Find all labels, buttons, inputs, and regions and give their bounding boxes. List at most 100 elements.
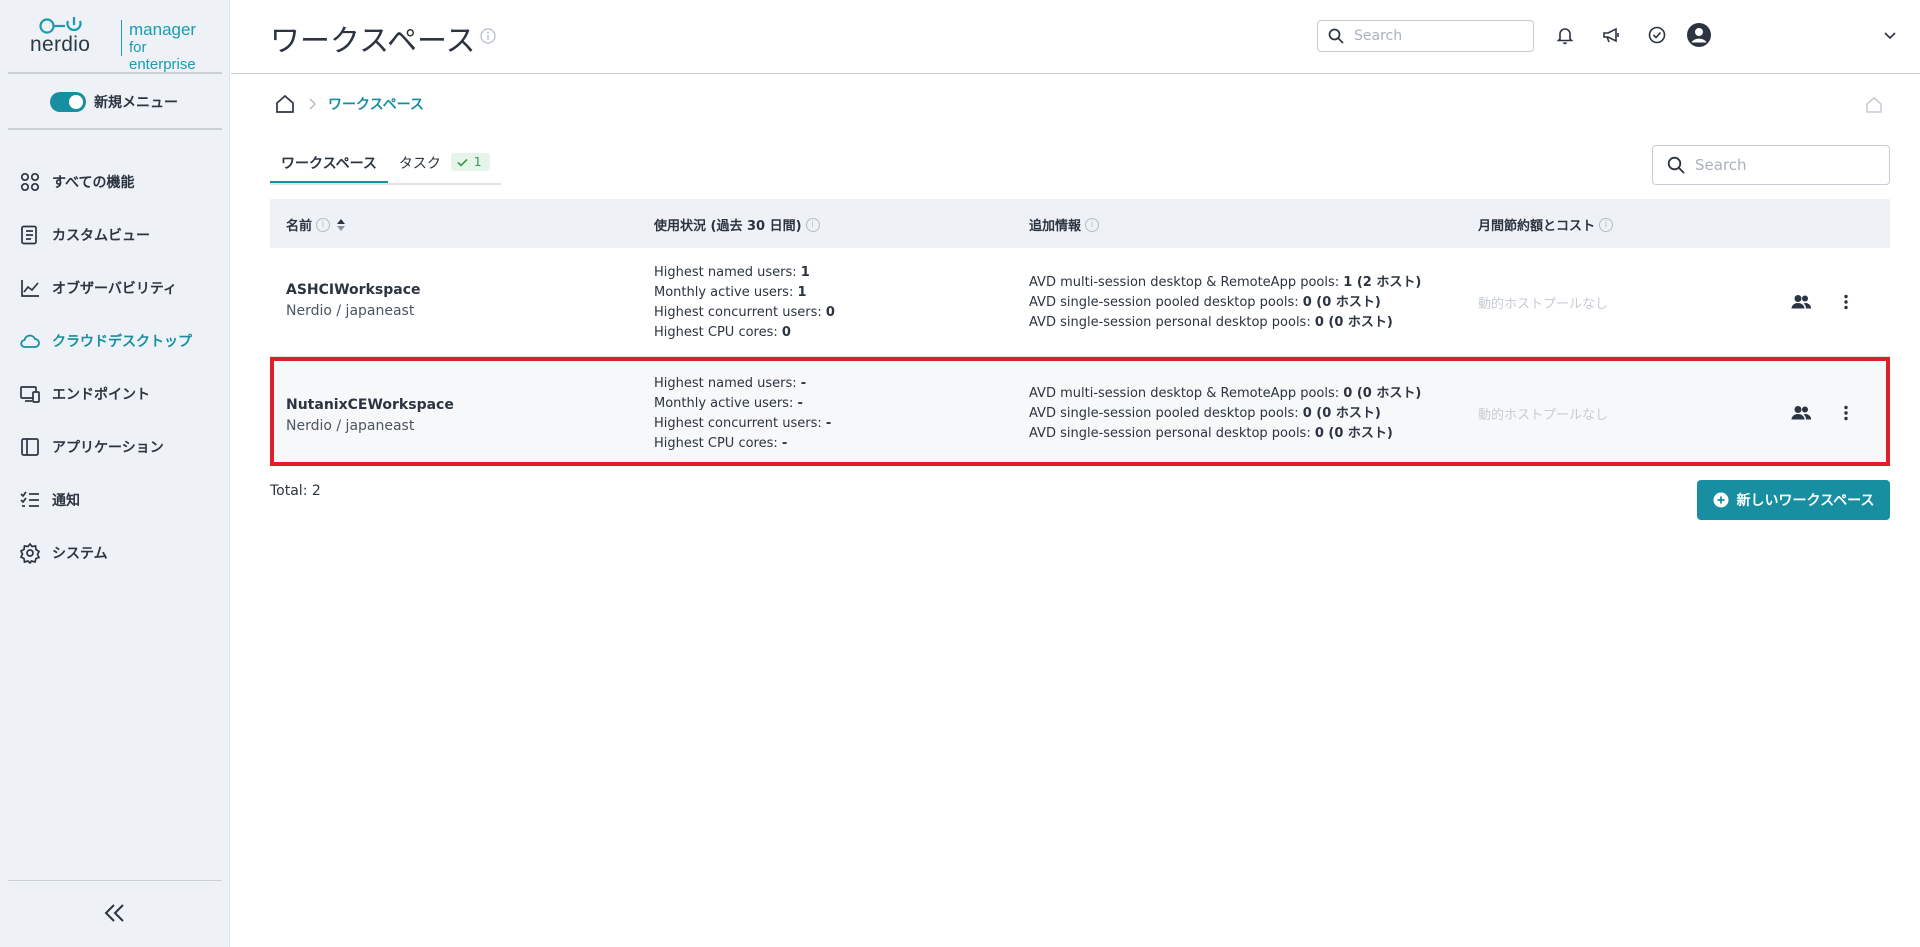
brand-tagline-2: for enterprise [129, 39, 196, 73]
sidebar-item-label: 通知 [52, 492, 80, 509]
users-icon[interactable] [1790, 402, 1812, 424]
usage-line: Monthly active users: 1 [654, 285, 807, 300]
info-icon[interactable]: i [316, 217, 331, 232]
search-icon [1328, 28, 1344, 44]
sidebar-item-observability[interactable]: オブザーバビリティ [0, 261, 230, 314]
more-vertical-icon[interactable] [1835, 402, 1857, 424]
info-line: AVD single-session personal desktop pool… [1029, 315, 1393, 330]
sidebar-item-all-features[interactable]: すべての機能 [0, 155, 230, 208]
logo[interactable]: nerdio manager for enterprise [30, 16, 205, 73]
checklist-icon [20, 490, 39, 507]
new-menu-toggle-row[interactable]: 新規メニュー [50, 92, 178, 112]
workspace-location: Nerdio / japaneast [286, 418, 415, 434]
tab-bar: ワークスペース タスク 1 [270, 153, 501, 185]
sidebar-item-label: クラウドデスクトップ [52, 333, 192, 350]
usage-line: Monthly active users: - [654, 396, 803, 411]
app-window-icon [21, 437, 39, 456]
workspaces-table: 名前 i 使用状況 (過去 30 日間) i 追加情報 i 月間節約額とコスト … [270, 199, 1890, 466]
column-header-label: 追加情報 [1029, 219, 1082, 234]
grid-icon [20, 172, 40, 191]
nerdio-logo-icon [39, 17, 82, 34]
usage-line: Highest concurrent users: - [654, 416, 832, 431]
column-header-label: 月間節約額とコスト [1478, 219, 1596, 234]
usage-line: Highest named users: 1 [654, 265, 810, 280]
new-menu-toggle[interactable] [50, 92, 86, 112]
brand-word: nerdio [30, 33, 91, 56]
sidebar-item-custom-views[interactable]: カスタムビュー [0, 208, 230, 261]
sidebar-item-notifications[interactable]: 通知 [0, 473, 230, 526]
sidebar-divider [8, 72, 222, 74]
devices-icon [20, 385, 40, 403]
sidebar-item-label: すべての機能 [52, 174, 135, 191]
global-search[interactable] [1317, 20, 1534, 52]
tab-tasks[interactable]: タスク 1 [388, 153, 501, 183]
tab-label: タスク [398, 156, 441, 172]
cost-cell: 動的ホストプールなし [1478, 408, 1609, 423]
table-search-input[interactable] [1695, 156, 1845, 174]
info-icon[interactable]: i [805, 217, 820, 232]
breadcrumb-current[interactable]: ワークスペース [328, 94, 424, 114]
chevron-right-icon [309, 98, 317, 110]
workspace-name-cell: NutanixCEWorkspace Nerdio / japaneast [286, 397, 454, 434]
home-icon[interactable] [274, 93, 296, 115]
top-bar: ワークスペース [231, 0, 1920, 74]
column-header-cost: 月間節約額とコスト i [1478, 215, 1614, 234]
cost-cell: 動的ホストプールなし [1478, 297, 1609, 312]
gear-icon [19, 542, 41, 564]
sidebar-item-applications[interactable]: アプリケーション [0, 420, 230, 473]
sidebar: nerdio manager for enterprise 新規メニュー すべて… [0, 0, 230, 947]
table-header: 名前 i 使用状況 (過去 30 日間) i 追加情報 i 月間節約額とコスト … [270, 199, 1890, 248]
workspace-name-cell: ASHCIWorkspace Nerdio / japaneast [286, 282, 421, 319]
table-search[interactable] [1652, 145, 1890, 185]
chevron-down-icon[interactable] [1882, 27, 1898, 43]
bell-icon[interactable] [1554, 24, 1576, 46]
info-line: AVD multi-session desktop & RemoteApp po… [1029, 275, 1422, 290]
info-icon[interactable]: i [1599, 217, 1614, 232]
more-vertical-icon[interactable] [1835, 291, 1857, 313]
column-header-info: 追加情報 i [1029, 215, 1100, 234]
info-line: AVD multi-session desktop & RemoteApp po… [1029, 386, 1422, 401]
sidebar-divider [8, 128, 222, 130]
sidebar-item-cloud-desktop[interactable]: クラウドデスクトップ [0, 314, 230, 367]
info-line: AVD single-session pooled desktop pools:… [1029, 406, 1381, 421]
sidebar-item-label: オブザーバビリティ [52, 280, 178, 297]
column-header-label: 使用状況 (過去 30 日間) [654, 219, 802, 234]
collapse-sidebar-icon[interactable] [102, 902, 128, 924]
workspace-name[interactable]: NutanixCEWorkspace [286, 397, 454, 413]
tab-workspaces[interactable]: ワークスペース [270, 153, 388, 183]
check-circle-icon[interactable] [1646, 24, 1668, 46]
tab-label: ワークスペース [281, 156, 377, 172]
table-row[interactable]: ASHCIWorkspace Nerdio / japaneast Highes… [270, 248, 1890, 357]
sidebar-item-endpoints[interactable]: エンドポイント [0, 367, 230, 420]
column-header-name[interactable]: 名前 i [286, 215, 346, 234]
global-search-input[interactable] [1354, 28, 1504, 44]
total-count: Total: 2 [270, 483, 321, 499]
usage-line: Highest CPU cores: - [654, 436, 788, 451]
workspace-location: Nerdio / japaneast [286, 303, 415, 319]
info-line: AVD single-session personal desktop pool… [1029, 426, 1393, 441]
new-workspace-button[interactable]: 新しいワークスペース [1697, 480, 1890, 520]
new-workspace-button-label: 新しいワークスペース [1736, 493, 1875, 509]
sidebar-item-label: カスタムビュー [52, 227, 150, 244]
sidebar-nav: すべての機能 カスタムビュー オブザーバビリティ クラウドデスクトップ エンドポ… [0, 155, 230, 579]
info-icon[interactable]: i [1085, 217, 1100, 232]
workspace-name[interactable]: ASHCIWorkspace [286, 282, 421, 298]
users-icon[interactable] [1790, 291, 1812, 313]
sidebar-item-label: アプリケーション [52, 439, 164, 456]
page-title: ワークスペース [270, 24, 476, 59]
user-avatar-icon[interactable] [1686, 22, 1712, 48]
home-icon[interactable] [1865, 96, 1883, 114]
megaphone-icon[interactable] [1600, 24, 1622, 46]
search-icon [1667, 156, 1685, 174]
table-row[interactable]: NutanixCEWorkspace Nerdio / japaneast Hi… [270, 357, 1890, 466]
info-icon[interactable] [480, 28, 496, 44]
sidebar-item-system[interactable]: システム [0, 526, 230, 579]
chart-line-icon [21, 279, 39, 297]
column-header-usage: 使用状況 (過去 30 日間) i [654, 215, 820, 234]
usage-cell: Highest named users: - Monthly active us… [654, 374, 831, 454]
breadcrumb: ワークスペース [274, 93, 424, 115]
info-cell: AVD multi-session desktop & RemoteApp po… [1029, 273, 1421, 333]
new-menu-label: 新規メニュー [94, 95, 178, 111]
sort-icon[interactable] [336, 218, 346, 232]
usage-line: Highest named users: - [654, 376, 807, 391]
